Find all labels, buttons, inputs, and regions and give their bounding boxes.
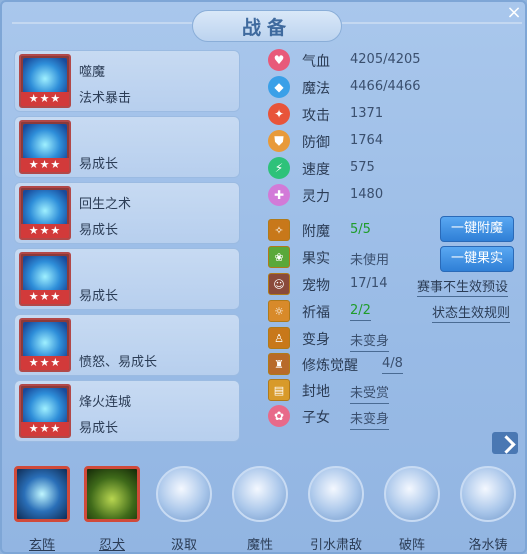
- skill-sub: 易成长: [79, 223, 119, 238]
- page-title: 战备: [241, 16, 292, 39]
- skill-card[interactable]: ★★★ 愤怒、易成长: [14, 314, 240, 376]
- close-icon[interactable]: ×: [503, 2, 525, 24]
- one-click-enchant-button[interactable]: 一键附魔: [440, 216, 514, 242]
- skill-sub: 易成长: [79, 289, 119, 304]
- formation-label: 破阵: [398, 538, 425, 553]
- formation-label: 魔性: [246, 538, 273, 553]
- formation-strip: 玄阵 忍犬 汲取 魔性 引水肃敌 破阵 洛水铸: [2, 458, 527, 554]
- fief-icon: ▤: [268, 379, 290, 401]
- skill-sub: 法术暴击: [79, 91, 132, 106]
- formation-item[interactable]: 洛水铸: [458, 464, 518, 554]
- one-click-fruit-button[interactable]: 一键果实: [440, 246, 514, 272]
- pet-icon: ☺: [268, 273, 290, 295]
- skill-icon: ★★★: [19, 186, 71, 240]
- formation-item[interactable]: 玄阵: [12, 464, 72, 554]
- formation-label: 玄阵: [28, 538, 55, 553]
- skill-name: 回生之术: [79, 197, 132, 212]
- spirit-icon: ✚: [268, 184, 290, 206]
- formation-label: 洛水铸: [468, 538, 508, 553]
- stat-hp: ♥ 气血 4205/4205: [268, 48, 518, 72]
- skill-icon: ★★★: [19, 318, 71, 372]
- extra-fief: ▤ 封地 未受赏: [268, 378, 518, 404]
- skill-name: 烽火连城: [79, 395, 132, 410]
- mana-icon: ◆: [268, 76, 290, 98]
- formation-icon: [156, 466, 212, 522]
- formation-icon: [232, 466, 288, 522]
- formation-icon: [14, 466, 70, 522]
- stat-spirit: ✚ 灵力 1480: [268, 183, 518, 207]
- share-icon[interactable]: [492, 432, 518, 454]
- fruit-icon: ❀: [268, 246, 290, 268]
- skill-icon: ★★★: [19, 120, 71, 174]
- title-deco-right: [342, 22, 522, 24]
- extra-cultivation: ♜ 修炼觉醒 4/8: [268, 352, 518, 376]
- skill-sub: 易成长: [79, 421, 119, 436]
- wolf-icon: [84, 466, 140, 522]
- blessing-icon: ☼: [268, 300, 290, 322]
- speed-icon: ⚡: [268, 157, 290, 179]
- skill-card[interactable]: ★★★ 易成长: [14, 248, 240, 310]
- formation-item[interactable]: 汲取: [154, 464, 214, 554]
- formation-item[interactable]: 引水肃敌: [306, 464, 366, 554]
- formation-label: 忍犬: [98, 538, 125, 553]
- formation-item[interactable]: 魔性: [230, 464, 290, 554]
- child-icon: ✿: [268, 405, 290, 427]
- skill-card[interactable]: ★★★ 易成长: [14, 116, 240, 178]
- preset-link[interactable]: 赛事不生效预设: [417, 276, 509, 297]
- formation-icon: [384, 466, 440, 522]
- stat-speed: ⚡ 速度 575: [268, 156, 518, 180]
- formation-label: 汲取: [170, 538, 197, 553]
- heart-icon: ♥: [268, 49, 290, 71]
- skill-icon: ★★★: [19, 252, 71, 306]
- extra-child: ✿ 子女 未变身: [268, 404, 518, 430]
- skill-card[interactable]: ★★★ 烽火连城 易成长: [14, 380, 240, 442]
- title-deco-left: [12, 22, 192, 24]
- stat-attack: ✦ 攻击 1371: [268, 102, 518, 126]
- stat-defense: ⛊ 防御 1764: [268, 129, 518, 153]
- formation-item[interactable]: 破阵: [382, 464, 442, 554]
- rule-link[interactable]: 状态生效规则: [432, 302, 511, 323]
- skill-icon: ★★★: [19, 384, 71, 438]
- formation-label: 引水肃敌: [309, 538, 362, 553]
- skill-sub: 易成长: [79, 157, 119, 172]
- panel-title-bar: 战备: [192, 10, 342, 42]
- skill-sub: 愤怒、易成长: [79, 355, 158, 370]
- transform-icon: ♙: [268, 327, 290, 349]
- formation-icon: [308, 466, 364, 522]
- skill-card[interactable]: ★★★ 回生之术 易成长: [14, 182, 240, 244]
- attack-icon: ✦: [268, 103, 290, 125]
- skill-card[interactable]: ★★★ 噬魔 法术暴击: [14, 50, 240, 112]
- cultivation-icon: ♜: [268, 353, 290, 375]
- skill-name: 噬魔: [79, 65, 106, 80]
- stat-mp: ◆ 魔法 4466/4466: [268, 75, 518, 99]
- shield-icon: ⛊: [268, 130, 290, 152]
- extra-transform: ♙ 变身 未变身: [268, 326, 518, 352]
- formation-icon: [460, 466, 516, 522]
- skill-icon: ★★★: [19, 54, 71, 108]
- battle-prep-panel: 战备 × ★★★ 噬魔 法术暴击 ★★★ 易成长 ★★★ 回生之术 易成长 ★★…: [0, 0, 527, 554]
- enchant-icon: ✧: [268, 219, 290, 241]
- formation-item[interactable]: 忍犬: [82, 464, 142, 554]
